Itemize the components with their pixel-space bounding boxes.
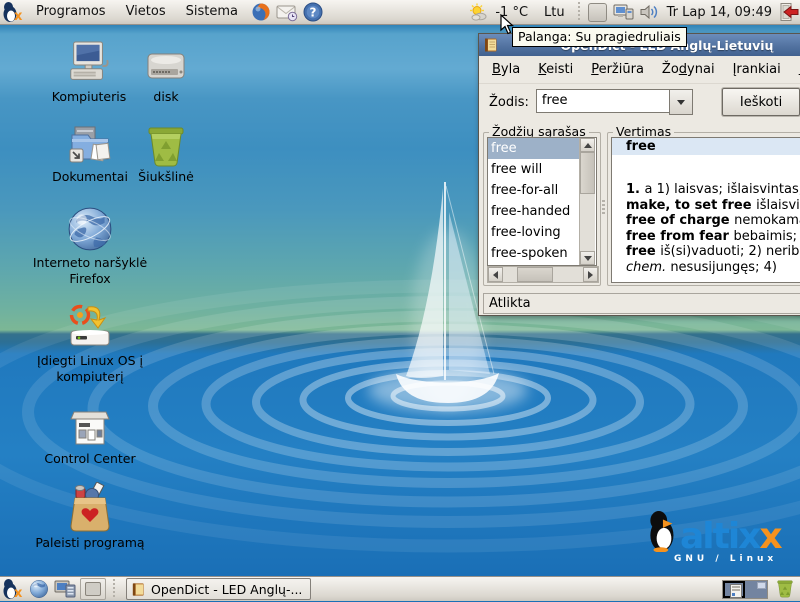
trash-applet-icon[interactable] bbox=[776, 579, 794, 602]
bottom-panel: x OpenDict - LED Anglų bbox=[0, 576, 800, 601]
workspace-2[interactable] bbox=[745, 581, 767, 598]
browser-taskbar-icon[interactable] bbox=[28, 578, 50, 600]
logout-icon[interactable] bbox=[778, 1, 800, 23]
wordlist-horizontal-scrollbar[interactable] bbox=[487, 266, 599, 283]
show-desktop-button[interactable] bbox=[80, 578, 106, 600]
panel-handle[interactable] bbox=[575, 2, 583, 22]
translation-line: chem. nesusijungęs; 4) bbox=[626, 260, 800, 276]
workspace-1[interactable] bbox=[723, 581, 745, 598]
tray-notes-icon[interactable] bbox=[587, 1, 609, 23]
pane-splitter[interactable] bbox=[600, 200, 606, 214]
menu-vietos[interactable]: Vietos bbox=[116, 0, 176, 24]
desktop-icon-control-center[interactable]: Control Center bbox=[34, 410, 146, 467]
word-list: freefree willfree-for-allfree-handedfree… bbox=[488, 138, 579, 265]
status-bar: Atlikta bbox=[483, 293, 800, 314]
word-combobox: free bbox=[536, 89, 693, 115]
clock[interactable]: Tr Lap 14, 09:49 bbox=[663, 5, 776, 20]
desktop-screen: { "colors": { "panel_bg": "#dbd7cf", "ti… bbox=[0, 0, 800, 600]
weather-icon[interactable] bbox=[467, 1, 489, 23]
web-browser-globe-icon bbox=[66, 204, 114, 254]
wordlist-vertical-scrollbar[interactable] bbox=[579, 138, 595, 265]
menu-programos[interactable]: Programos bbox=[26, 0, 116, 24]
desktop-icon-computer[interactable]: Kompiuteris bbox=[44, 40, 134, 105]
word-list-item[interactable]: free-for-all bbox=[488, 180, 579, 201]
translation-line: make, to set free išlaisvin bbox=[626, 198, 800, 214]
svg-text:?: ? bbox=[310, 6, 317, 20]
wordlist-box: freefree willfree-for-allfree-handedfree… bbox=[487, 137, 597, 266]
harddisk-icon bbox=[144, 48, 188, 88]
baltix-wallpaper-logo: altixx GNU / Linux bbox=[648, 510, 798, 564]
computer-icon bbox=[66, 40, 112, 88]
opendict-window: OpenDict - LED Anglų-Lietuvių BylaKeisti… bbox=[478, 33, 800, 316]
run-program-bag-icon bbox=[67, 482, 113, 534]
control-center-icon bbox=[68, 410, 112, 450]
search-toolbar: Žodis: free Ieškoti bbox=[479, 84, 800, 120]
top-panel: x Programos Vietos Sistema ? bbox=[0, 0, 800, 25]
translation-lines: 1. a 1) laisvas; išlaisvintas; tmake, to… bbox=[612, 182, 800, 275]
scrollbar-thumb[interactable] bbox=[517, 267, 553, 282]
mouse-cursor bbox=[500, 14, 516, 36]
word-list-item[interactable]: free-loving bbox=[488, 222, 579, 243]
baltix-taskbar-icon[interactable]: x bbox=[2, 578, 24, 600]
search-button[interactable]: Ieškoti bbox=[722, 88, 800, 116]
firefox-launcher-icon[interactable] bbox=[250, 1, 272, 23]
help-launcher-icon[interactable]: ? bbox=[302, 1, 324, 23]
taskbar-handle[interactable] bbox=[110, 579, 118, 599]
desktop-icon-firefox[interactable]: Interneto naršyklė Firefox bbox=[28, 204, 152, 286]
multimedia-taskbar-icon[interactable] bbox=[54, 578, 76, 600]
opendict-menubar: BylaKeistiPeržiūraŽodynaiĮrankiaiPagalba bbox=[479, 56, 800, 84]
word-list-item[interactable]: free-spoken bbox=[488, 243, 579, 264]
translation-line: 1. a 1) laisvas; išlaisvintas; t bbox=[626, 182, 800, 198]
svg-text:x: x bbox=[14, 9, 23, 23]
svg-text:x: x bbox=[14, 586, 23, 600]
task-button-opendict[interactable]: OpenDict - LED Anglų-... bbox=[126, 578, 311, 600]
translation-headword: free bbox=[612, 138, 800, 155]
window-menu-item[interactable]: Žodynai bbox=[653, 58, 724, 81]
wordlist-frame: Žodžių sąrašas freefree willfree-for-all… bbox=[483, 132, 601, 286]
translation-line: free from fear bebaimis; t bbox=[626, 229, 800, 245]
word-input[interactable]: free bbox=[536, 89, 669, 113]
window-menu-item[interactable]: Byla bbox=[483, 58, 529, 81]
install-os-icon bbox=[64, 302, 116, 352]
translation-textarea[interactable]: free 1. a 1) laisvas; išlaisvintas; tmak… bbox=[611, 137, 800, 283]
keyboard-layout-indicator[interactable]: Ltu bbox=[540, 5, 569, 20]
translation-line: free iš(si)vaduoti; 2) neribot bbox=[626, 244, 800, 260]
desktop-icon-trash[interactable]: Šiukšlinė bbox=[124, 124, 208, 185]
window-content: Žodžių sąrašas freefree willfree-for-all… bbox=[479, 125, 800, 291]
book-icon bbox=[483, 37, 499, 53]
window-menu-item[interactable]: Įrankiai bbox=[724, 58, 790, 81]
logo-text: altixx bbox=[680, 522, 781, 552]
trash-icon bbox=[145, 124, 187, 168]
documents-folder-icon bbox=[66, 124, 114, 168]
desktop-icon-install-os[interactable]: Įdiegti Linux OS į kompiuterį bbox=[32, 302, 148, 384]
desktop-icon-run-program[interactable]: Paleisti programą bbox=[24, 482, 156, 551]
penguin-icon bbox=[648, 510, 680, 552]
word-list-item[interactable]: free will bbox=[488, 159, 579, 180]
workspace-switcher[interactable] bbox=[722, 580, 768, 599]
mail-launcher-icon[interactable] bbox=[276, 1, 298, 23]
translation-line: free of charge nemokama bbox=[626, 213, 800, 229]
desktop-icon-disk[interactable]: disk bbox=[126, 48, 206, 105]
volume-icon[interactable] bbox=[639, 1, 661, 23]
menu-sistema[interactable]: Sistema bbox=[176, 0, 248, 24]
combo-dropdown-button[interactable] bbox=[669, 89, 693, 115]
scrollbar-thumb[interactable] bbox=[580, 152, 595, 194]
window-menu-item[interactable]: Pagalba bbox=[790, 58, 800, 81]
translation-frame: Vertimas free 1. a 1) laisvas; išlaisvin… bbox=[607, 132, 800, 286]
book-icon bbox=[131, 582, 146, 597]
weather-tooltip: Palanga: Su pragiedruliais bbox=[512, 27, 687, 47]
window-menu-item[interactable]: Peržiūra bbox=[582, 58, 653, 81]
window-menu-item[interactable]: Keisti bbox=[529, 58, 582, 81]
tray-updates-icon[interactable] bbox=[613, 1, 635, 23]
word-label: Žodis: bbox=[489, 95, 529, 110]
word-list-item[interactable]: free bbox=[488, 138, 579, 159]
baltix-menu-icon[interactable]: x bbox=[2, 1, 24, 23]
word-list-item[interactable]: free-handed bbox=[488, 201, 579, 222]
